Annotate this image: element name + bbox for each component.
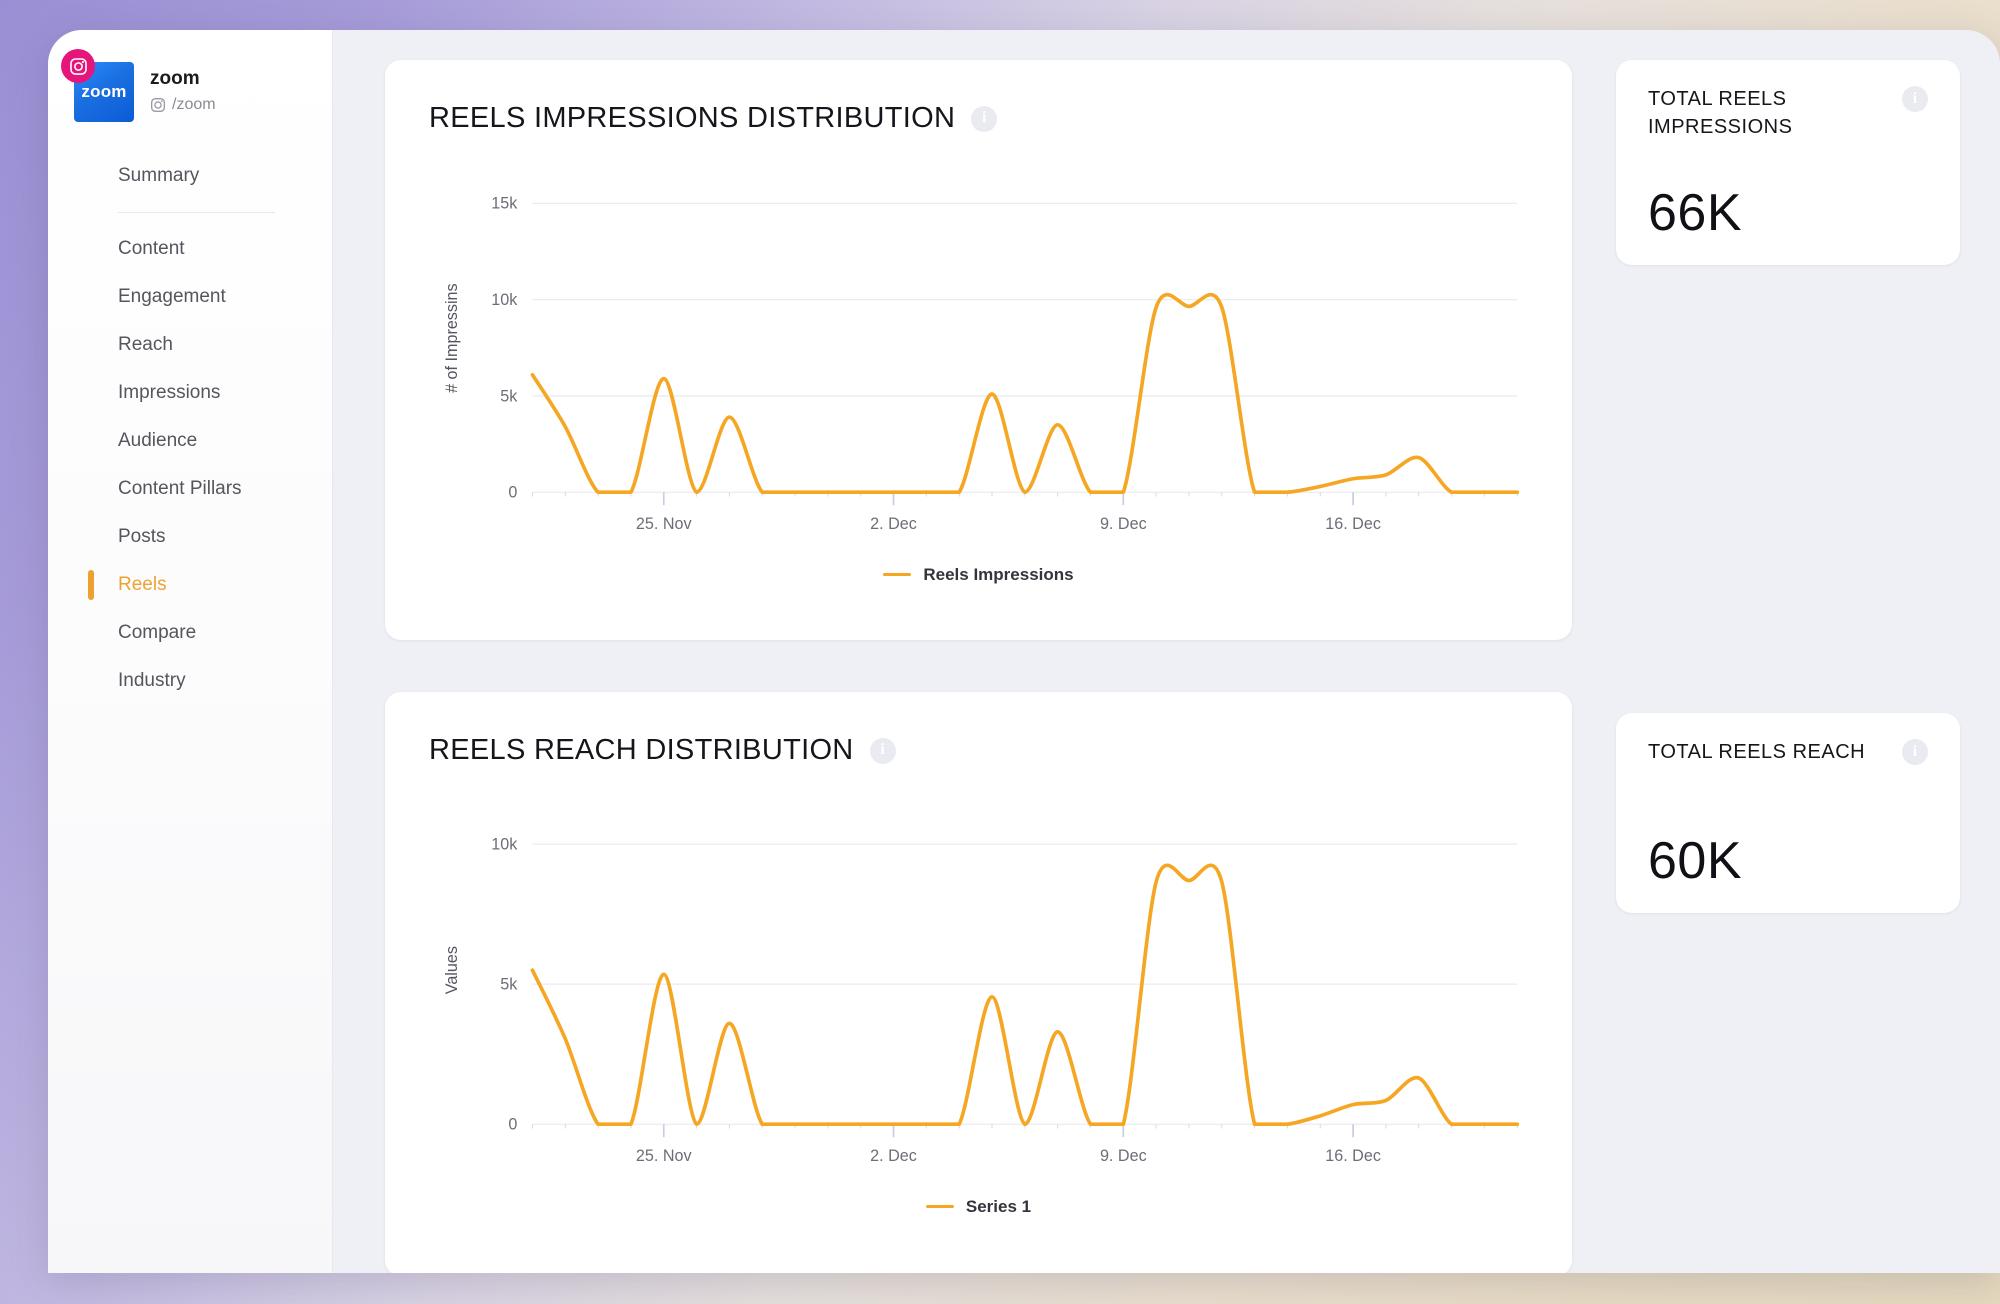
svg-text:9. Dec: 9. Dec	[1100, 515, 1147, 533]
svg-text:10k: 10k	[491, 835, 518, 853]
reels-reach-chart-card: REELS REACH DISTRIBUTION i 0 5k 10k 25. Nov…	[385, 692, 1572, 1273]
svg-text:2. Dec: 2. Dec	[870, 1147, 917, 1165]
profile-name: zoom	[150, 68, 200, 90]
kpi-header: TOTAL REELS REACH i	[1648, 739, 1928, 767]
main-content: REELS IMPRESSIONS DISTRIBUTION i 0 5k 10k 1…	[333, 30, 2000, 1273]
svg-text:16. Dec: 16. Dec	[1325, 1147, 1381, 1165]
sidebar-nav: Summary Content Engagement Reach Impress…	[48, 152, 332, 705]
kpi-value: 60K	[1648, 832, 1743, 890]
line-chart: 0 5k 10k 15k 25. Nov 2. Dec 9. Dec 16. Dec # of …	[443, 195, 1520, 533]
sidebar-item-engagement[interactable]: Engagement	[48, 273, 332, 321]
svg-text:25. Nov: 25. Nov	[636, 1147, 693, 1165]
sidebar-item-label: Content Pillars	[118, 478, 242, 499]
sidebar-item-posts[interactable]: Posts	[48, 513, 332, 561]
app-window: zoom zoom /zoom Summary Content Engageme…	[48, 30, 2000, 1273]
sidebar-item-compare[interactable]: Compare	[48, 609, 332, 657]
sidebar-item-industry[interactable]: Industry	[48, 657, 332, 705]
svg-text:Values: Values	[443, 946, 461, 994]
profile-handle: /zoom	[150, 96, 216, 114]
svg-text:25. Nov: 25. Nov	[636, 515, 693, 533]
kpi-value: 66K	[1648, 184, 1743, 242]
sidebar-item-reach[interactable]: Reach	[48, 321, 332, 369]
info-icon[interactable]: i	[1902, 739, 1928, 765]
sidebar-item-reels[interactable]: Reels	[48, 561, 332, 609]
page-title: REELS REACH DISTRIBUTION	[429, 734, 854, 766]
sidebar-item-label: Reels	[118, 574, 167, 595]
sidebar-item-label: Industry	[118, 670, 186, 691]
svg-text:2. Dec: 2. Dec	[870, 515, 917, 533]
chart-legend: Reels Impressions	[429, 565, 1528, 585]
instagram-outline-icon	[151, 97, 165, 112]
info-icon[interactable]: i	[1902, 86, 1928, 112]
sidebar-item-label: Posts	[118, 526, 166, 547]
info-icon[interactable]: i	[869, 737, 896, 764]
avatar: zoom	[61, 49, 134, 122]
sidebar-item-audience[interactable]: Audience	[48, 417, 332, 465]
svg-text:10k: 10k	[491, 291, 518, 309]
svg-text:# of Impressins: # of Impressins	[443, 283, 461, 393]
charts-column: REELS IMPRESSIONS DISTRIBUTION i 0 5k 10k 1…	[385, 60, 1572, 1273]
svg-text:15k: 15k	[491, 195, 518, 213]
total-reels-impressions-card: TOTAL REELS IMPRESSIONS i 66K	[1616, 60, 1960, 265]
legend-label: Series 1	[965, 1196, 1032, 1216]
reels-impressions-chart-card: REELS IMPRESSIONS DISTRIBUTION i 0 5k 10k 1…	[385, 60, 1572, 640]
svg-text:5k: 5k	[500, 976, 518, 994]
kpi-header: TOTAL REELS IMPRESSIONS i	[1648, 86, 1928, 141]
sidebar-item-label: Engagement	[118, 286, 226, 307]
sidebar-item-label: Impressions	[118, 382, 221, 403]
profile-handle-label: /zoom	[172, 95, 216, 113]
sidebar-item-label: Reach	[118, 334, 173, 355]
sidebar-item-content-pillars[interactable]: Content Pillars	[48, 465, 332, 513]
chart-legend: Series 1	[429, 1197, 1528, 1217]
kpi-column: TOTAL REELS IMPRESSIONS i 66K TOTAL REEL…	[1616, 60, 1960, 1273]
sidebar-item-label: Compare	[118, 622, 197, 643]
sidebar-item-impressions[interactable]: Impressions	[48, 369, 332, 417]
chart-header: REELS IMPRESSIONS DISTRIBUTION i	[429, 102, 1528, 135]
svg-text:9. Dec: 9. Dec	[1100, 1147, 1147, 1165]
sidebar-item-label: Content	[118, 238, 185, 259]
sidebar-item-label: Audience	[118, 430, 198, 451]
svg-text:5k: 5k	[500, 387, 518, 405]
chart-plot-area: 0 5k 10k 15k 25. Nov 2. Dec 9. Dec 16. Dec # of …	[429, 169, 1528, 557]
status-badge: TOTAL REELS IMPRESSIONS	[1648, 88, 1793, 138]
sidebar-item-content[interactable]: Content	[48, 225, 332, 273]
svg-text:16. Dec: 16. Dec	[1325, 515, 1381, 533]
instagram-icon	[61, 49, 95, 83]
line-chart: 0 5k 10k 25. Nov 2. Dec 9. Dec 16. Dec Values	[443, 835, 1520, 1165]
sidebar-item-label: Summary	[118, 165, 200, 186]
legend-color-swatch	[925, 1205, 954, 1209]
svg-text:0: 0	[508, 484, 517, 502]
page-title: REELS IMPRESSIONS DISTRIBUTION	[429, 102, 956, 134]
info-icon[interactable]: i	[971, 105, 998, 132]
sidebar-item-summary[interactable]: Summary	[48, 152, 332, 200]
legend-label: Reels Impressions	[923, 564, 1074, 584]
legend-color-swatch	[883, 573, 912, 577]
sidebar: zoom zoom /zoom Summary Content Engageme…	[48, 30, 333, 1273]
profile-header: zoom zoom /zoom	[48, 30, 332, 122]
chart-header: REELS REACH DISTRIBUTION i	[429, 734, 1528, 767]
status-badge: TOTAL REELS REACH	[1648, 741, 1866, 763]
profile-text: zoom /zoom	[150, 68, 216, 116]
sidebar-divider	[118, 212, 275, 213]
chart-plot-area: 0 5k 10k 25. Nov 2. Dec 9. Dec 16. Dec Values	[429, 801, 1528, 1189]
svg-text:0: 0	[508, 1116, 517, 1134]
total-reels-reach-card: TOTAL REELS REACH i 60K	[1616, 713, 1960, 913]
